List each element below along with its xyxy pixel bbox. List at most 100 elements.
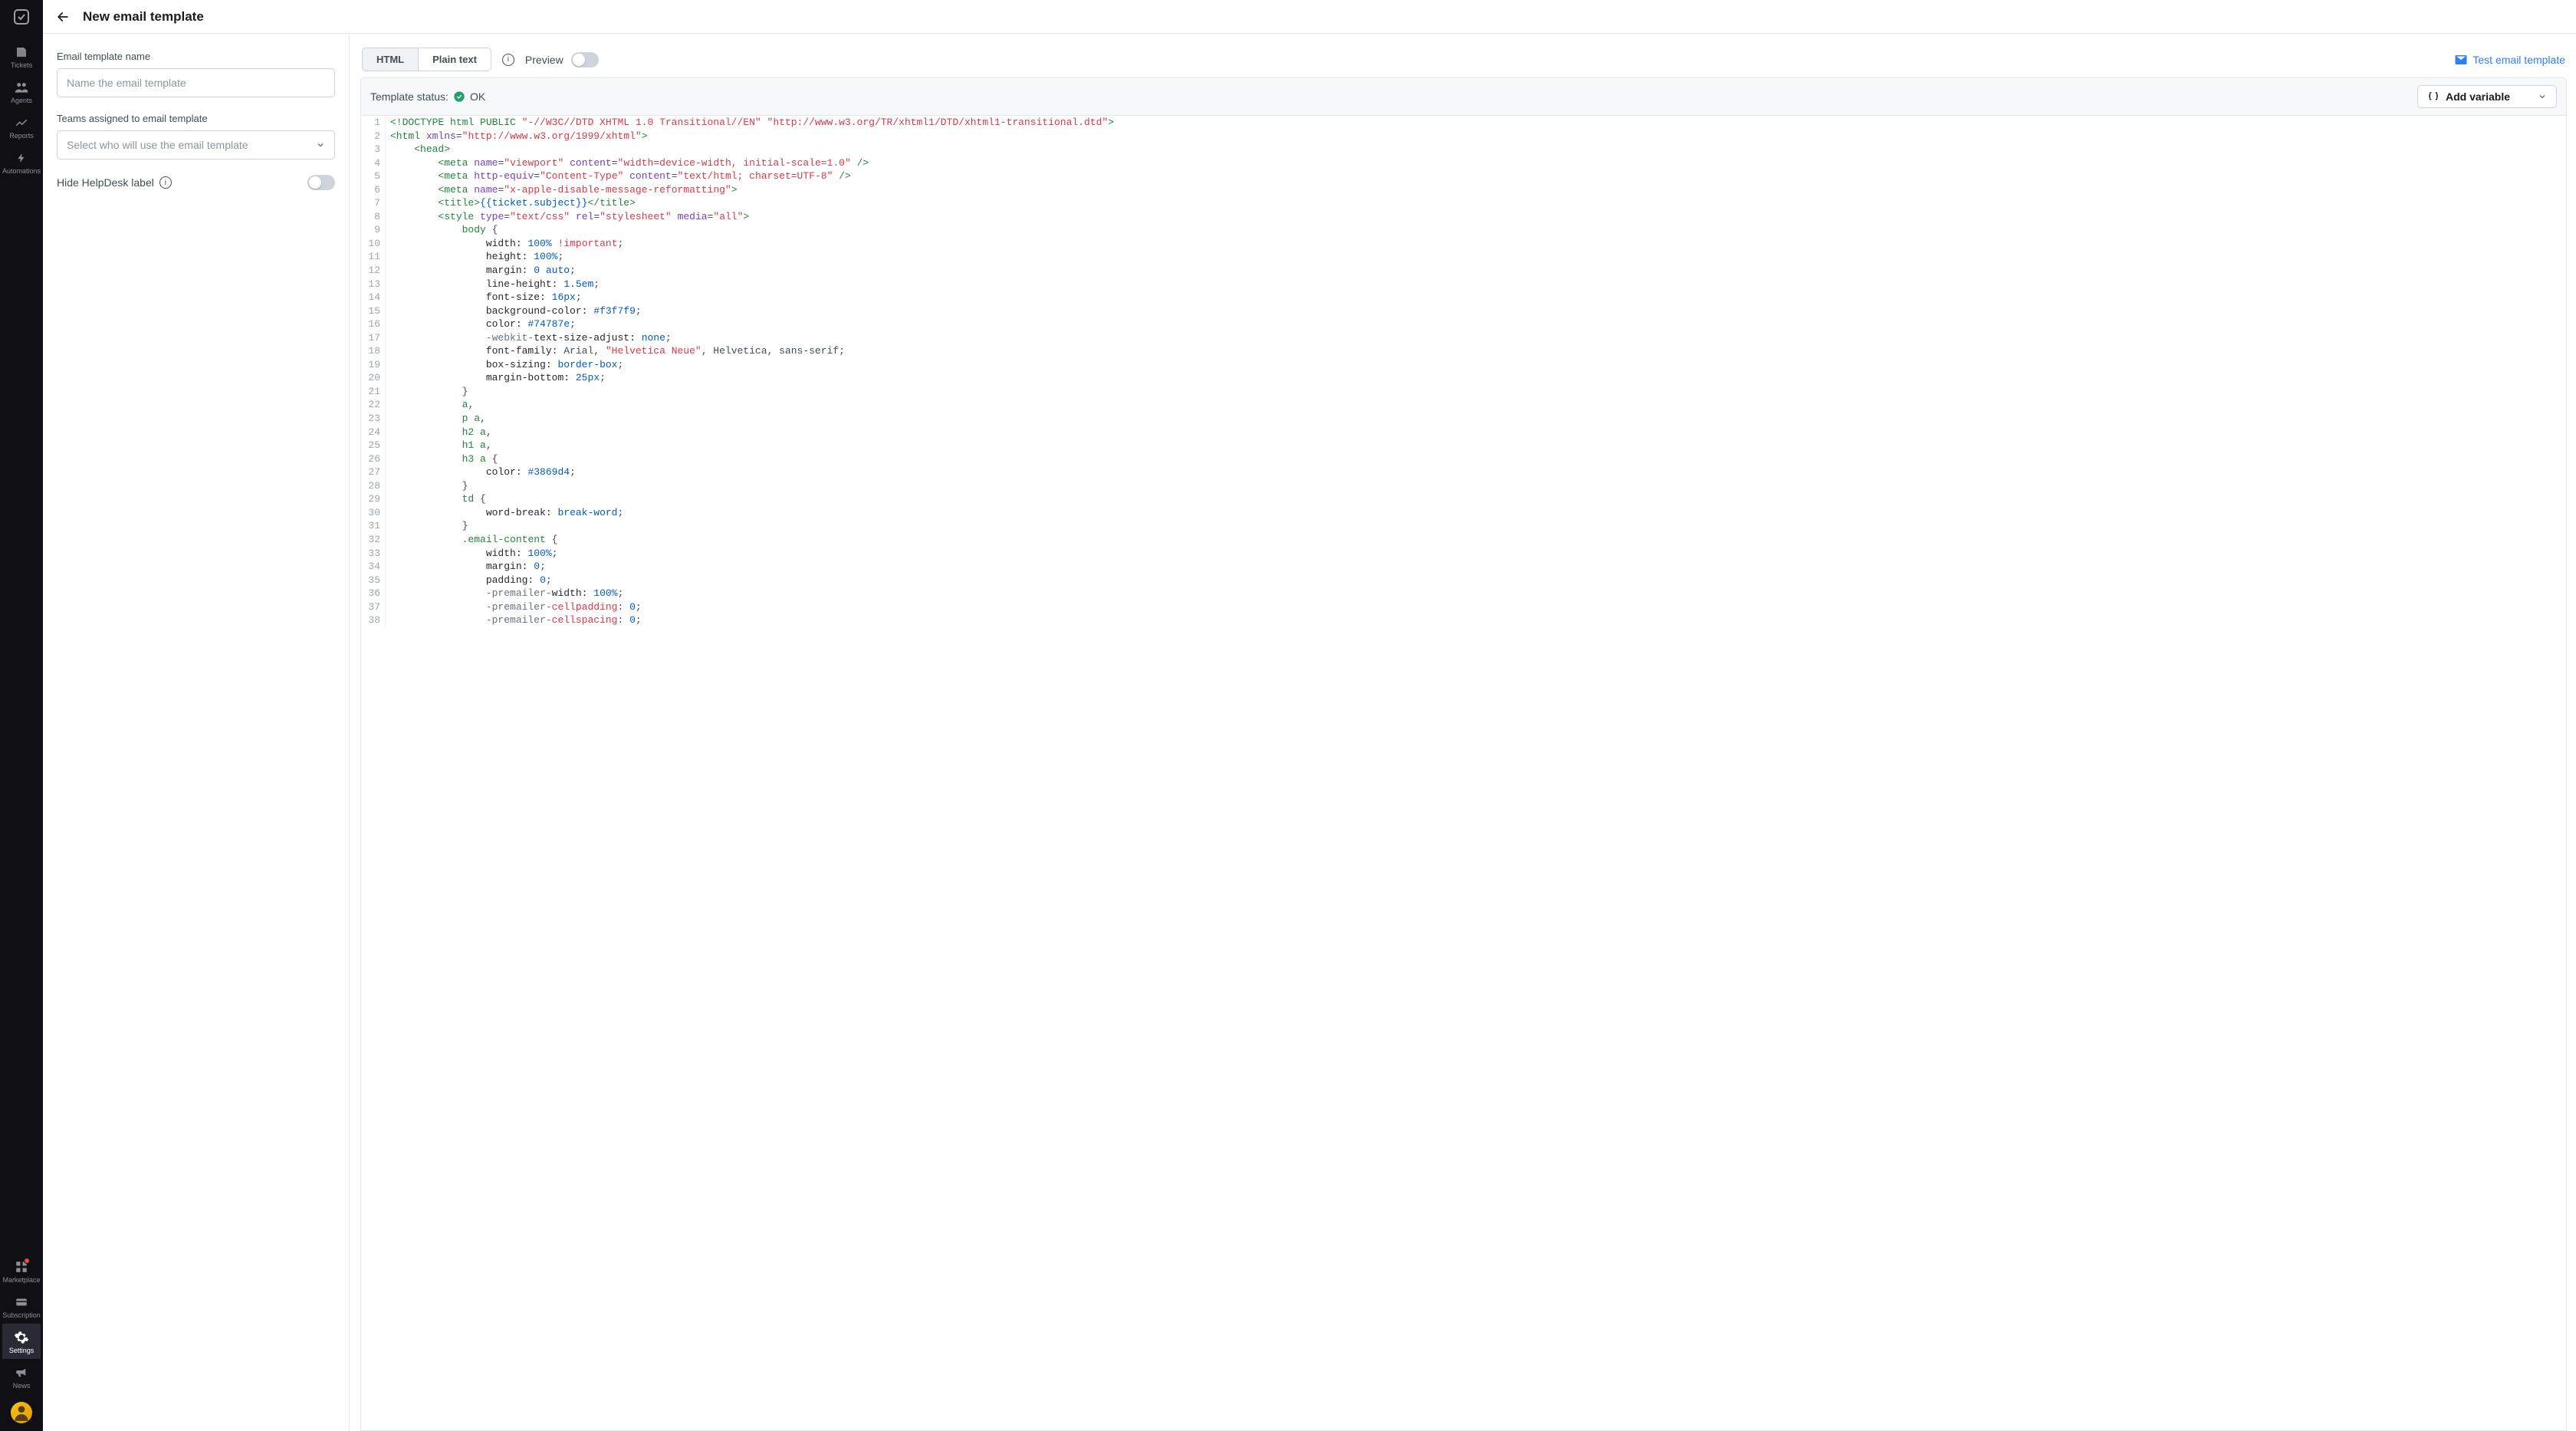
code-line: 11 height: 100%; (361, 250, 2566, 264)
settings-icon (14, 1330, 29, 1345)
sidebar-item-label: Tickets (11, 61, 32, 69)
code-line: 25 h1 a, (361, 439, 2566, 452)
code-content: <!DOCTYPE html PUBLIC "-//W3C//DTD XHTML… (386, 116, 1114, 130)
line-number: 6 (361, 183, 386, 197)
code-line: 16 color: #74787e; (361, 317, 2566, 331)
line-number: 12 (361, 264, 386, 278)
code-content: <meta name="viewport" content="width=dev… (386, 156, 869, 170)
page-title: New email template (83, 9, 204, 25)
status-value: OK (470, 90, 485, 103)
info-icon[interactable]: i (159, 176, 172, 189)
code-line: 28 } (361, 479, 2566, 493)
code-content: <html xmlns="http://www.w3.org/1999/xhtm… (386, 130, 648, 143)
chevron-down-icon (316, 140, 325, 150)
app-logo (11, 6, 32, 28)
code-line: 8 <style type="text/css" rel="stylesheet… (361, 210, 2566, 224)
code-content: h1 a, (386, 439, 492, 452)
code-line: 35 padding: 0; (361, 574, 2566, 587)
line-number: 13 (361, 278, 386, 291)
sidebar-item-subscription[interactable]: Subscription (2, 1288, 41, 1324)
code-content: width: 100% !important; (386, 237, 623, 251)
sidebar-top-group: Tickets Agents Reports Automations (0, 38, 43, 1253)
chevron-down-icon (2538, 92, 2547, 101)
template-name-input[interactable] (57, 68, 335, 97)
code-content: -webkit-text-size-adjust: none; (386, 331, 672, 345)
status-ok-icon (453, 90, 465, 103)
preview-label: Preview (525, 54, 564, 66)
sidebar-item-reports[interactable]: Reports (0, 109, 43, 144)
code-line: 38 -premailer-cellspacing: 0; (361, 614, 2566, 627)
sidebar-item-marketplace[interactable]: Marketplace (2, 1253, 41, 1288)
subscription-icon (14, 1294, 29, 1310)
code-content: font-size: 16px; (386, 291, 582, 304)
sidebar-item-settings[interactable]: Settings (2, 1324, 41, 1359)
info-icon[interactable]: i (502, 54, 514, 66)
line-number: 24 (361, 426, 386, 439)
hide-label: Hide HelpDesk label (57, 176, 154, 189)
code-content: body { (386, 223, 498, 237)
sidebar: Tickets Agents Reports Automations Marketpl… (0, 0, 43, 1431)
code-line: 10 width: 100% !important; (361, 237, 2566, 251)
code-content: -premailer-cellpadding: 0; (386, 600, 642, 614)
code-editor[interactable]: 1<!DOCTYPE html PUBLIC "-//W3C//DTD XHTM… (360, 116, 2567, 1431)
code-content: h2 a, (386, 426, 492, 439)
test-email-link[interactable]: Test email template (2454, 53, 2565, 67)
code-line: 31 } (361, 519, 2566, 533)
status-label: Template status: (370, 90, 449, 103)
ticket-icon (14, 44, 29, 60)
line-number: 30 (361, 506, 386, 520)
sidebar-item-automations[interactable]: Automations (0, 144, 43, 179)
editor-tabs: HTML Plain text (362, 48, 491, 71)
teams-label: Teams assigned to email template (57, 113, 335, 124)
line-number: 31 (361, 519, 386, 533)
preview-toggle[interactable] (571, 52, 599, 67)
code-content: -premailer-cellspacing: 0; (386, 614, 642, 627)
line-number: 23 (361, 412, 386, 426)
line-number: 17 (361, 331, 386, 345)
line-number: 26 (361, 452, 386, 466)
sidebar-item-label: Agents (11, 97, 32, 104)
tab-plain-text[interactable]: Plain text (418, 48, 491, 71)
back-button[interactable] (54, 8, 72, 26)
sidebar-item-label: Automations (2, 167, 41, 175)
code-content: color: #74787e; (386, 317, 576, 331)
code-content: background-color: #f3f7f9; (386, 304, 642, 318)
code-content: td { (386, 492, 486, 506)
sidebar-item-label: News (13, 1382, 31, 1390)
agents-icon (14, 80, 29, 95)
code-content: <title>{{ticket.subject}}</title> (386, 196, 636, 210)
line-number: 29 (361, 492, 386, 506)
code-content: <style type="text/css" rel="stylesheet" … (386, 210, 749, 224)
code-line: 12 margin: 0 auto; (361, 264, 2566, 278)
add-variable-button[interactable]: Add variable (2417, 85, 2557, 108)
code-content: } (386, 479, 468, 493)
tab-html[interactable]: HTML (363, 48, 418, 71)
user-avatar[interactable] (11, 1402, 32, 1423)
code-line: 2<html xmlns="http://www.w3.org/1999/xht… (361, 130, 2566, 143)
sidebar-bottom-group: MarketplaceSubscriptionSettings News (0, 1253, 43, 1431)
code-content: <head> (386, 143, 450, 156)
line-number: 21 (361, 385, 386, 399)
line-number: 36 (361, 587, 386, 600)
code-line: 37 -premailer-cellpadding: 0; (361, 600, 2566, 614)
line-number: 22 (361, 398, 386, 412)
sidebar-item-news[interactable]: News (2, 1359, 41, 1394)
line-number: 11 (361, 250, 386, 264)
teams-select[interactable]: Select who will use the email template (57, 130, 335, 160)
line-number: 32 (361, 533, 386, 547)
line-number: 1 (361, 116, 386, 130)
code-content: .email-content { (386, 533, 557, 547)
hide-label-toggle[interactable] (307, 175, 335, 190)
code-line: 33 width: 100%; (361, 547, 2566, 561)
code-line: 15 background-color: #f3f7f9; (361, 304, 2566, 318)
code-content: margin: 0; (386, 560, 546, 574)
code-line: 19 box-sizing: border-box; (361, 358, 2566, 372)
code-line: 13 line-height: 1.5em; (361, 278, 2566, 291)
sidebar-item-agents[interactable]: Agents (0, 74, 43, 109)
line-number: 3 (361, 143, 386, 156)
line-number: 15 (361, 304, 386, 318)
sidebar-item-tickets[interactable]: Tickets (0, 38, 43, 74)
line-number: 25 (361, 439, 386, 452)
code-content: h3 a { (386, 452, 498, 466)
code-content: margin: 0 auto; (386, 264, 576, 278)
